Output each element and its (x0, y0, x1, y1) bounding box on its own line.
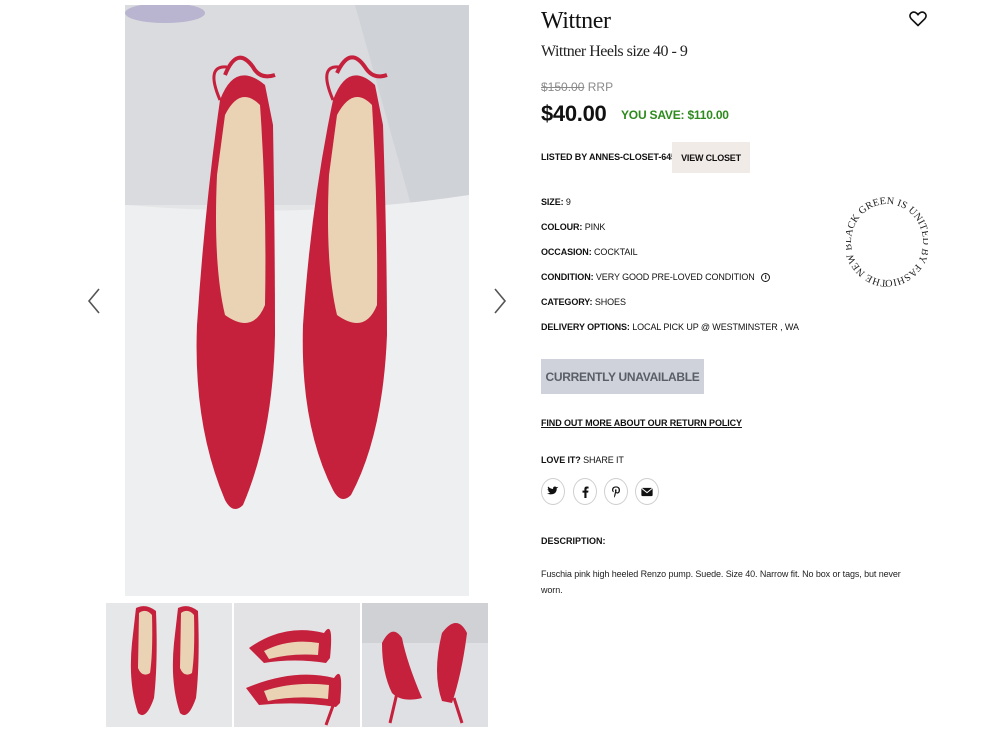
attribute-key: DELIVERY OPTIONS: (541, 322, 630, 332)
currently-unavailable-button: CURRENTLY UNAVAILABLE (541, 359, 704, 394)
main-product-photo[interactable] (125, 5, 469, 596)
heart-icon[interactable] (909, 11, 927, 27)
next-image-arrow-icon[interactable] (490, 286, 510, 316)
attribute-key: CATEGORY: (541, 297, 593, 307)
rrp-price: $150.00 RRP (541, 80, 613, 94)
svg-text:THE NEW BLACK GREEN IS UNITED: THE NEW BLACK GREEN IS UNITED BY FASHION (846, 196, 928, 288)
previous-image-arrow-icon[interactable] (84, 286, 104, 316)
rrp-label: RRP (587, 80, 614, 94)
pinterest-icon[interactable] (604, 478, 628, 505)
view-closet-button[interactable]: VIEW CLOSET (672, 142, 750, 173)
product-title: Wittner Heels size 40 - 9 (541, 43, 688, 60)
description-heading: DESCRIPTION: (541, 536, 606, 546)
share-label: LOVE IT? SHARE IT (541, 455, 624, 465)
twitter-icon[interactable] (541, 478, 565, 505)
attribute-key: OCCASION: (541, 247, 592, 257)
brand-name[interactable]: Wittner (541, 8, 611, 35)
attribute-condition: CONDITION: VERY GOOD PRE-LOVED CONDITION… (541, 272, 771, 283)
attribute-value: SHOES (594, 297, 626, 307)
email-icon[interactable] (635, 478, 659, 505)
thumbnail-3[interactable] (362, 603, 488, 727)
attribute-key: SIZE: (541, 197, 564, 207)
attribute-key: COLOUR: (541, 222, 583, 232)
attribute-value: VERY GOOD PRE-LOVED CONDITION (595, 272, 755, 282)
attribute-colour: COLOUR: PINK (541, 222, 605, 232)
share-label-rest: SHARE IT (583, 455, 624, 465)
description-text: Fuschia pink high heeled Renzo pump. Sue… (541, 569, 901, 595)
sale-price: $40.00 (541, 101, 607, 126)
facebook-icon[interactable] (573, 478, 597, 505)
attribute-value: PINK (584, 222, 606, 232)
rrp-amount: $150.00 (541, 80, 585, 94)
listed-by-label[interactable]: LISTED BY ANNES-CLOSET-64561 (541, 152, 686, 162)
return-policy-link[interactable]: FIND OUT MORE ABOUT OUR RETURN POLICY (541, 418, 742, 428)
attribute-key: CONDITION: (541, 272, 594, 282)
attribute-value: COCKTAIL (594, 247, 638, 257)
attribute-value: 9 (565, 197, 571, 207)
attribute-value: LOCAL PICK UP @ WESTMINSTER , WA (632, 322, 799, 332)
attribute-size: SIZE: 9 (541, 197, 571, 207)
thumbnail-2[interactable] (234, 603, 360, 727)
the-new-black-badge: THE NEW BLACK GREEN IS UNITED BY FASHION (846, 196, 928, 288)
attribute-occasion: OCCASION: COCKTAIL (541, 247, 638, 257)
info-icon[interactable]: i (761, 273, 771, 283)
thumbnail-1[interactable] (106, 603, 232, 727)
share-label-bold: LOVE IT? (541, 455, 581, 465)
attribute-category: CATEGORY: SHOES (541, 297, 626, 307)
attribute-delivery: DELIVERY OPTIONS: LOCAL PICK UP @ WESTMI… (541, 322, 799, 332)
thumbnail-strip (106, 603, 489, 727)
badge-text: THE NEW BLACK GREEN IS UNITED BY FASHION (846, 196, 928, 288)
you-save-badge: YOU SAVE: $110.00 (621, 108, 729, 122)
